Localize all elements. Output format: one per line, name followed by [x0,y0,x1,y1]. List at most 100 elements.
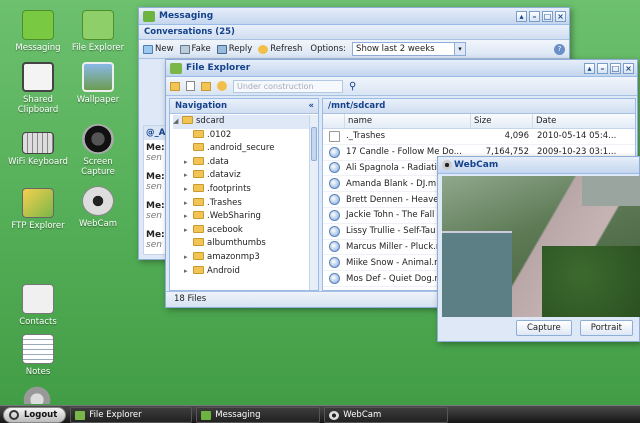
tree-label: acebook [207,224,243,235]
webcam-icon [442,160,452,170]
icon-label: WiFi Keyboard [8,157,68,167]
audio-file-icon [329,257,340,269]
keyboard-icon [22,132,54,154]
logout-button[interactable]: Logout [3,406,67,423]
file-explorer-icon [170,63,182,74]
expand-arrow-icon[interactable]: ▸ [184,224,193,238]
reply-button[interactable]: Reply [216,44,252,54]
message-title: Me: [146,143,165,153]
desktop-icon-file-explorer[interactable]: File Explorer [66,10,130,53]
list-item[interactable]: Me: sen [144,227,166,256]
options-select[interactable]: Show last 2 weeks ▾ [352,42,467,56]
new-file-icon[interactable] [186,81,195,91]
taskbar-webcam[interactable]: WebCam [324,406,449,423]
tree-item[interactable]: .android_secure [173,142,318,156]
tree-item[interactable]: ▸ .Trashes [173,197,318,211]
new-icon [143,44,153,54]
folder-icon [193,238,204,247]
maximize-button[interactable]: □ [542,11,553,22]
expand-arrow-icon[interactable]: ▸ [184,210,193,224]
list-item[interactable]: Me: sen [144,198,166,227]
task-label: Messaging [215,409,261,420]
minimize-button[interactable]: – [597,63,608,74]
folder-icon [193,183,204,192]
tree-item[interactable]: ▸ .dataviz [173,169,318,183]
collapse-icon[interactable]: « [309,99,315,113]
webcam-window[interactable]: WebCam Capture Portrait [437,156,640,342]
icon-label: Screen Capture [81,157,115,177]
help-icon[interactable]: ? [554,43,565,55]
file-count: 18 Files [174,294,207,304]
webcam-titlebar[interactable]: WebCam [438,157,639,174]
search-icon[interactable]: ⚲ [349,81,356,92]
tree-item[interactable]: .0102 [173,129,318,143]
desktop-icon-wifi-keyboard[interactable]: WiFi Keyboard [6,126,70,167]
document-icon [329,130,340,142]
messaging-icon [143,11,155,22]
tree-item[interactable]: ▸ .WebSharing [173,210,318,224]
desktop-icon-wallpaper[interactable]: Wallpaper [66,62,130,105]
expand-arrow-icon[interactable]: ▸ [184,251,193,265]
taskbar-messaging[interactable]: Messaging [196,406,321,423]
file-explorer-titlebar[interactable]: File Explorer ▴ – □ × [166,60,637,77]
desktop-icon-contacts[interactable]: Contacts [6,284,70,327]
expand-arrow-icon[interactable]: ▸ [184,197,193,211]
table-row[interactable]: ._Trashes 4,096 2010-05-14 05:4... [323,129,635,145]
message-sub: sen [146,240,162,250]
minimize-button[interactable]: – [529,11,540,22]
expand-arrow-icon[interactable]: ◢ [173,115,182,129]
gear-icon[interactable] [22,384,52,404]
expand-arrow-icon[interactable]: ▸ [184,169,193,183]
list-item[interactable]: Me: sen [144,169,166,198]
desktop-icon-messaging[interactable]: Messaging [6,10,70,53]
audio-file-icon [329,178,340,190]
expand-arrow-icon[interactable]: ▸ [184,156,193,170]
folder-icon [193,170,204,179]
desktop-icon-notes[interactable]: Notes [6,334,70,377]
path-input[interactable]: Under construction [233,79,343,93]
button-label: New [155,44,174,54]
folder-up-icon[interactable] [201,81,211,91]
tree-label: .data [207,156,229,167]
fake-button[interactable]: Fake [179,44,211,54]
tree-item[interactable]: ◢ sdcard [173,115,318,129]
desktop-icon-screen-capture[interactable]: Screen Capture [66,124,130,177]
refresh-icon[interactable] [217,81,227,91]
desktop-icon-webcam[interactable]: WebCam [66,186,130,229]
list-item[interactable]: Me: sen [144,140,166,169]
expand-arrow-icon[interactable]: ▸ [184,265,193,277]
pin-button[interactable]: ▴ [584,63,595,74]
notes-icon [22,334,54,364]
tree-item[interactable]: ▸ Android [173,265,318,277]
icon-label: Messaging [15,43,61,53]
refresh-button[interactable]: Refresh [258,44,302,54]
navigation-header: Navigation « [170,99,318,114]
tree-item[interactable]: ▸ .data [173,156,318,170]
capture-button[interactable]: Capture [515,320,572,336]
desktop-icon-shared-clipboard[interactable]: Shared Clipboard [6,62,70,115]
close-button[interactable]: × [623,63,634,74]
close-button[interactable]: × [555,11,566,22]
taskbar-file-explorer[interactable]: File Explorer [70,406,193,423]
icon-label: Shared Clipboard [17,95,59,115]
portrait-button[interactable]: Portrait [579,320,633,336]
column-date[interactable]: Date [533,114,625,128]
folder-tree[interactable]: ◢ sdcard .0102 .android_secure ▸ .data ▸ .d… [170,114,318,277]
column-name[interactable]: name [345,114,471,128]
new-button[interactable]: New [143,44,174,54]
column-size[interactable]: Size [471,114,533,128]
tree-item[interactable]: ▸ acebook [173,224,318,238]
contacts-icon [22,284,54,314]
pin-button[interactable]: ▴ [516,11,527,22]
tree-item[interactable]: ▸ .footprints [173,183,318,197]
tree-item[interactable]: albumthumbs [173,237,318,251]
tree-item[interactable]: ▸ amazonmp3 [173,251,318,265]
audio-file-icon [329,146,340,158]
maximize-button[interactable]: □ [610,63,621,74]
new-folder-icon[interactable] [170,81,180,91]
expand-arrow-icon[interactable]: ▸ [184,183,193,197]
messaging-titlebar[interactable]: Messaging ▴ – □ × [139,8,569,25]
desktop-icon-ftp-explorer[interactable]: FTP Explorer [6,188,70,231]
tree-scrollbar[interactable] [309,115,318,290]
tree-label: Android [207,265,240,276]
